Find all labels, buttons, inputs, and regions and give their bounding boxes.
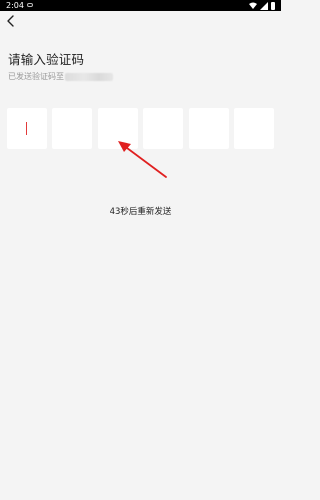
back-button[interactable] [3, 13, 19, 29]
input-caret [26, 122, 27, 135]
page-title: 请输入验证码 [8, 52, 85, 67]
verification-code-input[interactable] [7, 108, 274, 149]
code-digit-box-5[interactable] [188, 108, 229, 149]
code-digit-box-1[interactable] [7, 108, 47, 149]
signal-icon [260, 1, 268, 10]
code-digit-box-4[interactable] [143, 108, 184, 149]
wifi-icon [249, 2, 257, 9]
notification-icon [27, 3, 33, 7]
chevron-left-icon [7, 15, 14, 27]
status-bar: 2:04 [0, 0, 281, 11]
code-digit-box-2[interactable] [52, 108, 93, 149]
masked-phone-number [65, 72, 113, 81]
code-digit-box-6[interactable] [233, 108, 274, 149]
resend-countdown[interactable]: 43秒后重新发送 [0, 205, 281, 217]
code-digit-box-3[interactable] [97, 108, 138, 149]
battery-icon [271, 1, 275, 10]
status-time: 2:04 [6, 1, 24, 10]
sent-to-text: 已发送验证码至 [8, 71, 113, 82]
status-icons [249, 0, 275, 11]
subtitle-label: 已发送验证码至 [8, 72, 64, 81]
